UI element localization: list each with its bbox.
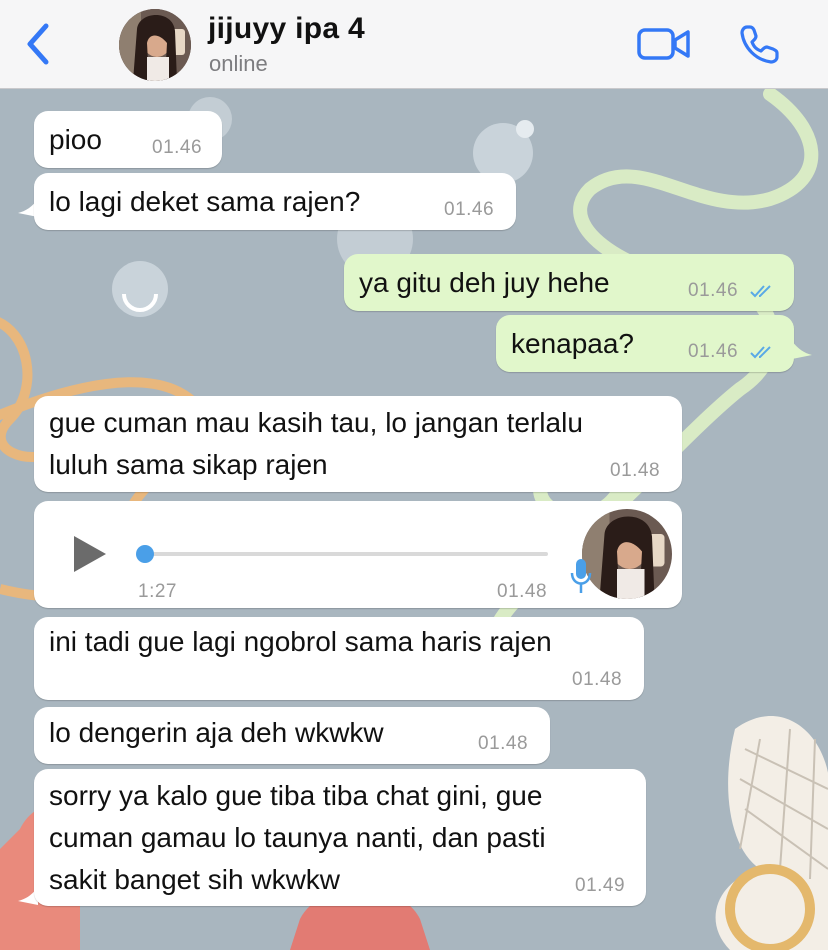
message-time: 01.46 [688,280,739,301]
voice-message[interactable]: 1:27 01.48 [34,501,682,608]
voice-sender-avatar [582,509,672,599]
message-outgoing[interactable]: ya gitu deh juy hehe 01.46 [344,254,794,311]
chat-area[interactable]: pioo 01.46 lo lagi deket sama rajen? 01.… [0,89,828,950]
back-button[interactable] [22,20,56,68]
phone-call-button[interactable] [738,22,782,66]
message-text-line: gue cuman mau kasih tau, lo jangan terla… [49,407,583,438]
read-ticks-icon [750,346,771,359]
message-incoming[interactable]: lo dengerin aja deh wkwkw 01.48 [34,707,550,764]
phone-call-icon [740,25,779,64]
voice-progress-knob[interactable] [136,545,154,563]
message-text-line: sakit banget sih wkwkw [49,864,341,895]
message-incoming[interactable]: gue cuman mau kasih tau, lo jangan terla… [34,396,682,492]
message-incoming[interactable]: sorry ya kalo gue tiba tiba chat gini, g… [34,769,646,906]
contact-status: online [209,51,268,76]
video-call-button[interactable] [636,24,692,64]
message-text: pioo [49,124,102,155]
read-ticks-icon [750,285,771,298]
video-call-icon [637,28,690,60]
message-time: 01.49 [575,875,626,896]
message-time: 01.48 [572,669,623,690]
message-time: 01.46 [444,199,495,220]
message-text: ya gitu deh juy hehe [359,267,610,298]
microphone-icon [570,559,592,593]
contact-name[interactable]: jijuyy ipa 4 [208,12,365,46]
chat-header: jijuyy ipa 4 online [0,0,828,89]
message-time: 01.46 [152,137,203,158]
message-time: 01.48 [478,733,529,754]
bubble-tail [792,341,812,359]
message-text: lo dengerin aja deh wkwkw [49,717,384,748]
voice-progress-track[interactable] [144,552,548,556]
message-incoming[interactable]: pioo 01.46 [34,111,222,168]
back-chevron-icon [27,23,49,65]
message-time: 01.48 [610,460,661,481]
message-time: 01.48 [497,581,548,602]
message-outgoing[interactable]: kenapaa? 01.46 [496,315,794,372]
message-text: kenapaa? [511,328,635,359]
message-incoming[interactable]: ini tadi gue lagi ngobrol sama haris raj… [34,617,644,700]
contact-avatar[interactable] [119,9,191,81]
message-text: ini tadi gue lagi ngobrol sama haris raj… [49,626,552,657]
message-text-line: sorry ya kalo gue tiba tiba chat gini, g… [49,780,543,811]
voice-duration: 1:27 [138,581,177,602]
message-text: lo lagi deket sama rajen? [49,186,361,217]
message-text-line: cuman gamau lo taunya nanti, dan pasti [49,822,546,853]
play-icon[interactable] [72,534,108,574]
message-text-line: luluh sama sikap rajen [49,449,328,480]
message-time: 01.46 [688,341,739,362]
message-incoming[interactable]: lo lagi deket sama rajen? 01.46 [34,173,516,230]
